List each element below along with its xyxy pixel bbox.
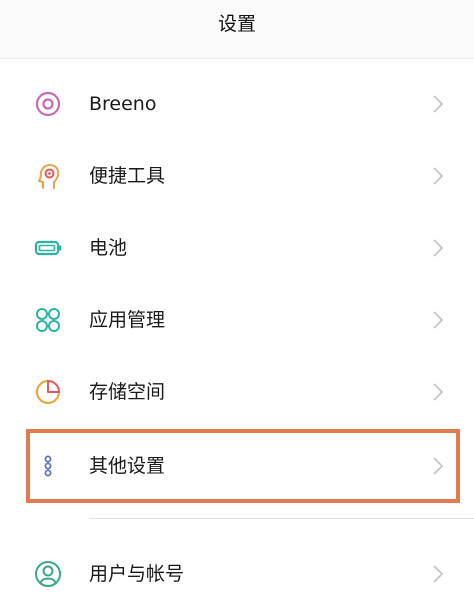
chevron-right-icon <box>433 311 444 329</box>
apps-icon <box>36 308 60 332</box>
head-icon <box>38 164 60 189</box>
settings-item-storage[interactable]: 存储空间 <box>0 356 474 428</box>
highlight-box <box>26 429 460 503</box>
settings-item-apps[interactable]: 应用管理 <box>0 284 474 356</box>
chevron-right-icon <box>433 167 444 185</box>
user-icon <box>35 561 61 587</box>
divider <box>89 518 474 519</box>
chevron-right-icon <box>433 95 444 113</box>
settings-item-label: 用户与帐号 <box>89 563 185 585</box>
chevron-right-icon <box>433 565 444 583</box>
settings-item-breeno[interactable]: Breeno <box>0 68 474 140</box>
settings-item-user[interactable]: 用户与帐号 <box>0 538 474 610</box>
settings-item-label: Breeno <box>89 93 157 115</box>
settings-item-tools[interactable]: 便捷工具 <box>0 140 474 212</box>
settings-item-label: 电池 <box>89 237 128 259</box>
chevron-right-icon <box>433 383 444 401</box>
chevron-right-icon <box>433 239 444 257</box>
page-title: 设置 <box>217 13 256 35</box>
storage-icon <box>35 379 61 405</box>
breeno-icon <box>35 91 61 117</box>
battery-icon <box>34 240 61 256</box>
settings-item-label: 应用管理 <box>89 309 166 331</box>
settings-item-battery[interactable]: 电池 <box>0 212 474 284</box>
settings-item-label: 便捷工具 <box>89 165 166 187</box>
top-bar: 设置 <box>0 0 474 59</box>
settings-item-label: 存储空间 <box>89 381 166 403</box>
